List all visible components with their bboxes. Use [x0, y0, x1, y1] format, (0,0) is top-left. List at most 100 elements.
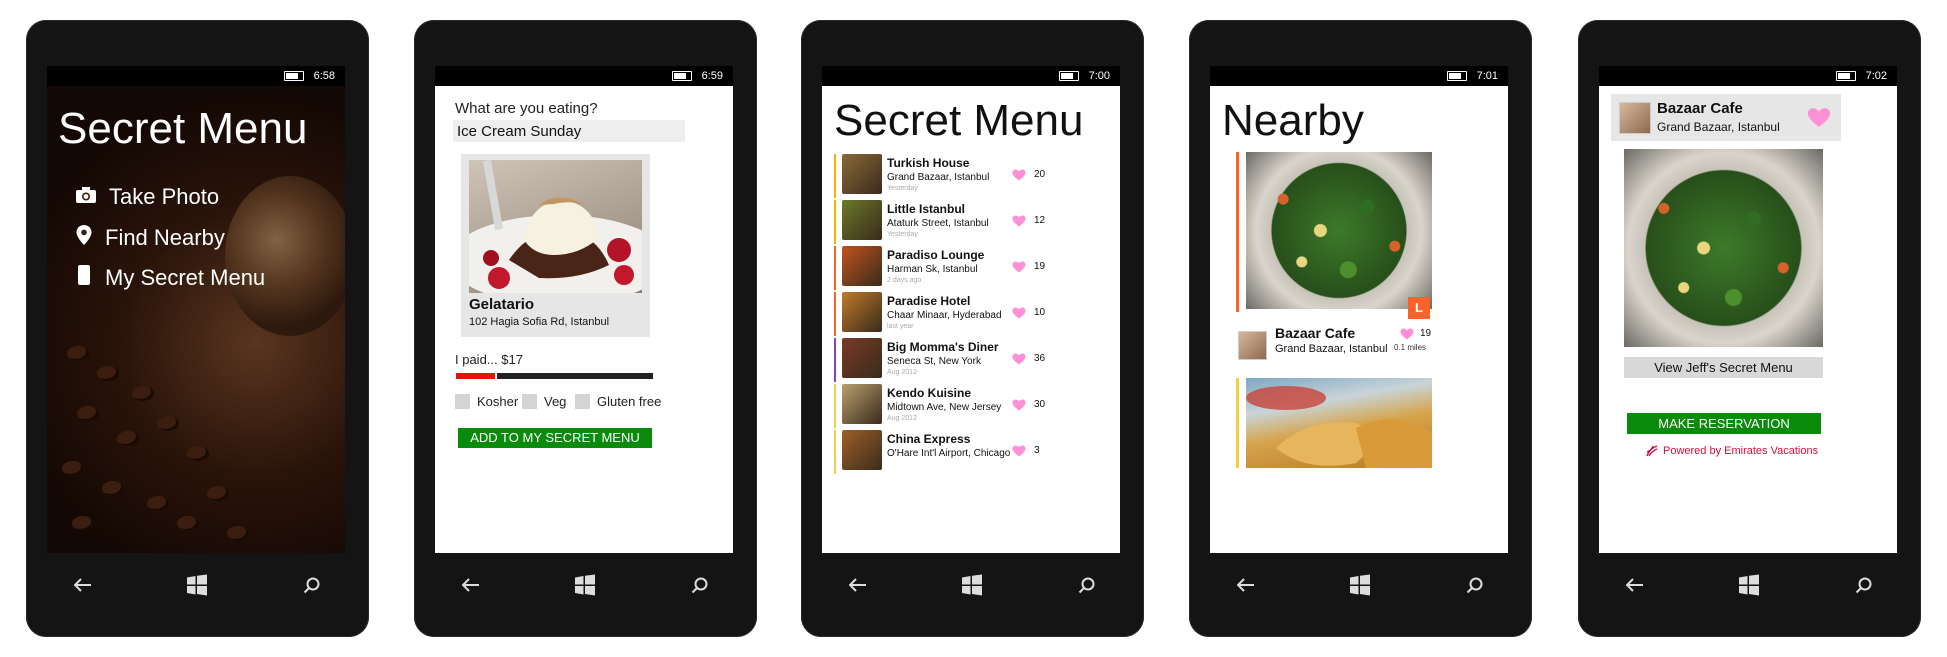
phone-home: 6:58 Secret Menu Take Photo Find Nearby … [26, 20, 369, 637]
back-button[interactable] [838, 565, 878, 605]
option-label: Gluten free [597, 394, 662, 409]
back-arrow-icon [1237, 578, 1255, 592]
battery-icon [1058, 71, 1079, 81]
list-item[interactable]: Paradiso Lounge Harman Sk, Istanbul 2 days… [834, 246, 1046, 290]
option-kosher[interactable]: Kosher [455, 394, 518, 409]
accent-bar [834, 200, 836, 244]
menu-item-find-nearby[interactable]: Find Nearby [75, 224, 225, 252]
view-secret-menu-button[interactable]: View Jeff's Secret Menu [1624, 357, 1823, 378]
back-button[interactable] [451, 565, 491, 605]
status-time: 7:00 [1088, 70, 1110, 82]
restaurant-name: Big Momma's Diner [887, 340, 999, 354]
phone-icon [75, 264, 93, 292]
back-button[interactable] [63, 565, 103, 605]
back-arrow-icon [1626, 578, 1644, 592]
battery-icon [671, 71, 692, 81]
search-button[interactable] [1455, 565, 1495, 605]
distance: 0.1 miles [1394, 343, 1427, 352]
windows-logo-icon [187, 574, 208, 596]
food-thumbnail [842, 384, 882, 424]
place-location: Grand Bazaar, Istanbul [1275, 343, 1388, 355]
search-button[interactable] [292, 565, 332, 605]
place-card[interactable]: Gelatario 102 Hagia Sofia Rd, Istanbul [461, 154, 650, 337]
battery-icon [283, 71, 304, 81]
price-label: I paid... $17 [455, 352, 523, 367]
hardware-nav [801, 555, 1144, 615]
start-button[interactable] [565, 565, 605, 605]
card-accent-bar [1236, 152, 1239, 312]
status-time: 7:02 [1865, 70, 1887, 82]
hardware-nav [414, 555, 757, 615]
price-slider[interactable] [456, 373, 653, 379]
option-veg[interactable]: Veg [522, 394, 566, 409]
page-title: Secret Menu [834, 96, 1084, 145]
make-reservation-button[interactable]: MAKE RESERVATION [1627, 413, 1821, 434]
add-to-secret-menu-button[interactable]: ADD TO MY SECRET MENU [458, 428, 652, 448]
timestamp: 2 days ago [887, 277, 922, 284]
restaurant-location: Chaar Minaar, Hyderabad [887, 310, 1002, 321]
status-bar: 7:00 [822, 66, 1120, 86]
place-name[interactable]: Bazaar Cafe [1275, 325, 1355, 341]
search-icon [1078, 577, 1095, 594]
heart-icon[interactable] [1807, 107, 1831, 133]
page-title: Nearby [1222, 96, 1364, 145]
status-time: 6:58 [313, 70, 335, 82]
option-gluten-free[interactable]: Gluten free [575, 394, 661, 409]
detail-content: Bazaar Cafe Grand Bazaar, Istanbul View … [1599, 86, 1897, 553]
back-button[interactable] [1615, 565, 1655, 605]
food-thumbnail [842, 154, 882, 194]
hardware-nav [26, 555, 369, 615]
windows-logo-icon [575, 574, 596, 596]
menu-item-take-photo[interactable]: Take Photo [75, 184, 219, 210]
heart-icon[interactable] [1012, 168, 1026, 186]
search-button[interactable] [1067, 565, 1107, 605]
heart-icon[interactable] [1012, 444, 1026, 462]
checkbox-icon [455, 394, 470, 409]
like-count: 19 [1420, 328, 1432, 339]
like-count: 19 [1034, 261, 1046, 272]
screen: 6:58 Secret Menu Take Photo Find Nearby … [47, 66, 345, 553]
screen: 6:59 What are you eating? Ice Cream Sund… [435, 66, 733, 553]
heart-icon[interactable] [1012, 214, 1026, 232]
list-item[interactable]: Big Momma's Diner Seneca St, New York Aug … [834, 338, 1046, 382]
checkbox-icon [522, 394, 537, 409]
list-item[interactable]: China Express O'Hare Int'l Airport, Chica… [834, 430, 1046, 474]
start-button[interactable] [1729, 565, 1769, 605]
start-button[interactable] [1340, 565, 1380, 605]
powered-by[interactable]: Powered by Emirates Vacations [1645, 444, 1818, 458]
salad-photo[interactable] [1246, 152, 1432, 309]
fried-food-photo[interactable] [1246, 378, 1432, 468]
heart-icon[interactable] [1012, 260, 1026, 278]
heart-icon[interactable] [1012, 352, 1026, 370]
dish-input[interactable]: Ice Cream Sunday [453, 120, 685, 142]
heart-icon[interactable] [1012, 398, 1026, 416]
start-button[interactable] [177, 565, 217, 605]
back-button[interactable] [1226, 565, 1266, 605]
status-bar: 7:02 [1599, 66, 1897, 86]
search-button[interactable] [680, 565, 720, 605]
restaurant-name: Kendo Kuisine [887, 386, 972, 400]
camera-icon [75, 184, 97, 210]
avatar [1238, 331, 1267, 360]
start-button[interactable] [952, 565, 992, 605]
hardware-nav [1189, 555, 1532, 615]
heart-icon[interactable] [1012, 306, 1026, 324]
timestamp: Yesterday [887, 185, 918, 192]
powered-by-text: Powered by Emirates Vacations [1663, 445, 1819, 457]
list-item[interactable]: Kendo Kuisine Midtown Ave, New Jersey Aug … [834, 384, 1046, 428]
search-button[interactable] [1844, 565, 1884, 605]
restaurant-location: Midtown Ave, New Jersey [887, 402, 1002, 413]
question-label: What are you eating? [455, 100, 598, 117]
restaurant-name: China Express [887, 432, 971, 446]
menu-item-my-secret-menu[interactable]: My Secret Menu [75, 264, 265, 292]
restaurant-location: Harman Sk, Istanbul [887, 264, 978, 275]
accent-bar [834, 246, 836, 290]
list-item[interactable]: Paradise Hotel Chaar Minaar, Hyderabad las… [834, 292, 1046, 336]
phone-place-detail: 7:02 Bazaar Cafe Grand Bazaar, Istanbul … [1578, 20, 1921, 637]
accent-bar [834, 430, 836, 474]
search-icon [1466, 577, 1483, 594]
price-slider-fill [456, 373, 496, 379]
list-item[interactable]: Turkish House Grand Bazaar, Istanbul Yeste… [834, 154, 1046, 198]
list-item[interactable]: Little Istanbul Ataturk Street, Istanbul Y… [834, 200, 1046, 244]
menu-item-label: Find Nearby [105, 225, 225, 250]
